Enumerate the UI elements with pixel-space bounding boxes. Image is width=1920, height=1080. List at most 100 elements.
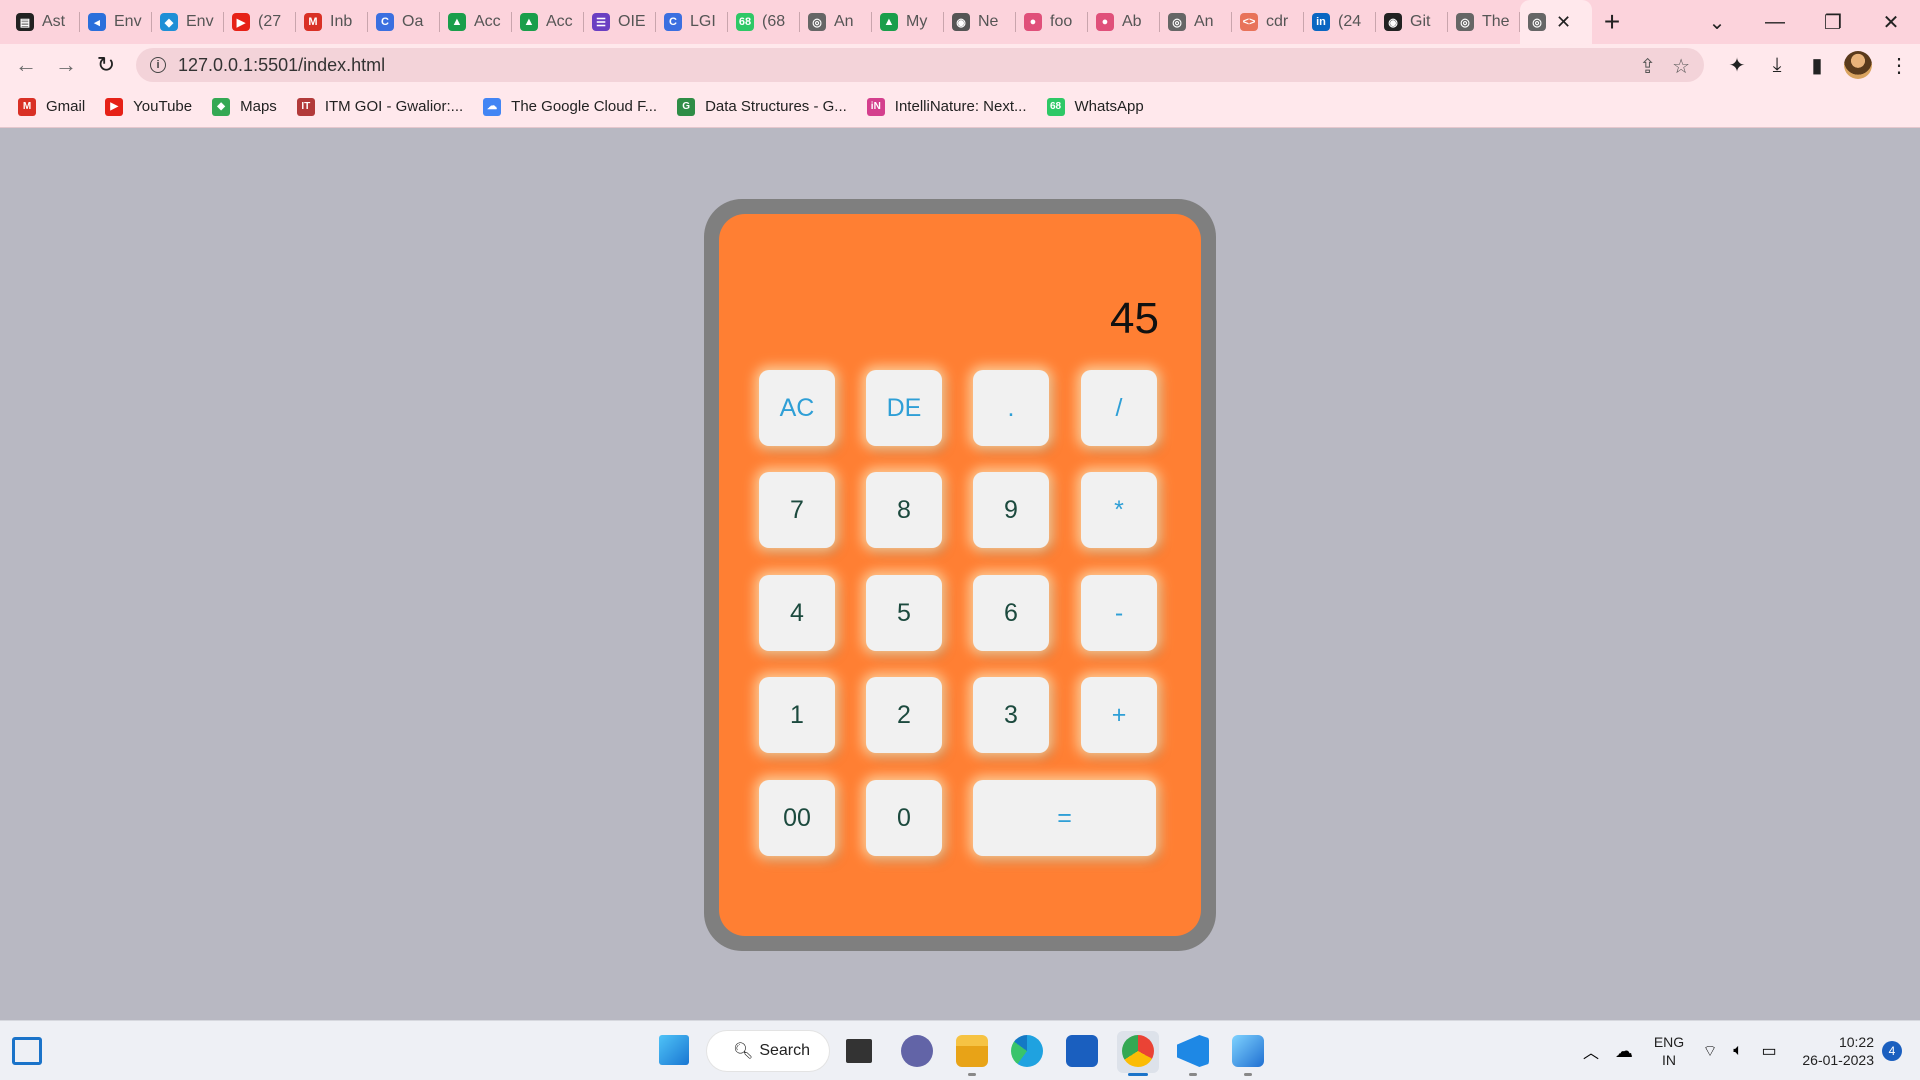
calc-key[interactable]: 1 bbox=[759, 677, 835, 753]
side-panel-icon[interactable]: ▮ bbox=[1804, 53, 1830, 78]
tab-favicon-icon: ● bbox=[1024, 13, 1042, 31]
browser-tab[interactable]: in (24 bbox=[1304, 0, 1376, 44]
bookmark-item[interactable]: iN IntelliNature: Next... bbox=[866, 97, 1027, 116]
browser-tab[interactable]: M Inb bbox=[296, 0, 368, 44]
bookmark-item[interactable]: M Gmail bbox=[18, 97, 85, 116]
browser-tab[interactable]: ▶ (27 bbox=[224, 0, 296, 44]
tab-favicon-icon: ● bbox=[1096, 13, 1114, 31]
browser-tab[interactable]: ▤ Ast bbox=[8, 0, 80, 44]
vscode-icon[interactable] bbox=[1177, 1035, 1209, 1067]
calc-key[interactable]: 2 bbox=[866, 677, 942, 753]
browser-tab[interactable]: ◉ Ne bbox=[944, 0, 1016, 44]
bookmark-star-icon[interactable]: ☆ bbox=[1672, 54, 1690, 79]
calc-key[interactable]: DE bbox=[866, 370, 942, 446]
photos-icon[interactable] bbox=[1232, 1035, 1264, 1067]
tab-search-icon[interactable]: ⌄ bbox=[1688, 10, 1746, 35]
browser-tab[interactable]: ◂ Env bbox=[80, 0, 152, 44]
calc-key[interactable]: - bbox=[1081, 575, 1157, 651]
calc-key[interactable]: 4 bbox=[759, 575, 835, 651]
taskbar-search[interactable]: 🔍︎ Search bbox=[707, 1031, 829, 1071]
browser-tab[interactable]: ▲ Acc bbox=[512, 0, 584, 44]
onedrive-icon[interactable]: ☁ bbox=[1606, 1041, 1642, 1062]
clock[interactable]: 10:22 26-01-2023 bbox=[1786, 1033, 1882, 1069]
browser-tab[interactable]: ● Ab bbox=[1088, 0, 1160, 44]
bookmark-item[interactable]: ☁ The Google Cloud F... bbox=[483, 97, 657, 116]
chevron-up-icon[interactable]: ︿ bbox=[1576, 1039, 1606, 1063]
file-explorer-icon[interactable] bbox=[956, 1035, 988, 1067]
menu-icon[interactable]: ⋮ bbox=[1886, 53, 1912, 78]
browser-tab[interactable]: ◎ The bbox=[1448, 0, 1520, 44]
wifi-icon[interactable]: ⌔ bbox=[1696, 1041, 1724, 1061]
bookmark-item[interactable]: ◆ Maps bbox=[212, 97, 277, 116]
bookmark-label: WhatsApp bbox=[1074, 98, 1144, 115]
browser-tab[interactable]: C Oa bbox=[368, 0, 440, 44]
tab-title: My bbox=[906, 13, 928, 30]
browser-tab[interactable]: ◎ An bbox=[800, 0, 872, 44]
calc-key[interactable]: 9 bbox=[973, 472, 1049, 548]
tab-title: foo bbox=[1050, 13, 1073, 30]
calc-key[interactable]: * bbox=[1081, 472, 1157, 548]
calc-key[interactable]: + bbox=[1081, 677, 1157, 753]
task-view-icon[interactable] bbox=[846, 1039, 872, 1063]
browser-tab[interactable]: ▲ Acc bbox=[440, 0, 512, 44]
tab-favicon-icon: <> bbox=[1240, 13, 1258, 31]
browser-tab[interactable]: 68 (68 bbox=[728, 0, 800, 44]
browser-tab[interactable]: ◎ An bbox=[1160, 0, 1232, 44]
tab-title: Acc bbox=[474, 13, 501, 30]
browser-tab[interactable]: C LGI bbox=[656, 0, 728, 44]
site-info-icon[interactable]: i bbox=[150, 57, 166, 73]
calc-key[interactable]: / bbox=[1081, 370, 1157, 446]
browser-tab[interactable]: ☰ OIE bbox=[584, 0, 656, 44]
browser-tab[interactable]: ▲ My bbox=[872, 0, 944, 44]
bookmark-favicon-icon: ◆ bbox=[212, 97, 231, 116]
calc-key[interactable]: 5 bbox=[866, 575, 942, 651]
calc-key[interactable]: 00 bbox=[759, 780, 835, 856]
browser-tab[interactable]: <> cdr bbox=[1232, 0, 1304, 44]
bookmark-item[interactable]: IT ITM GOI - Gwalior:... bbox=[296, 97, 463, 116]
browser-tab[interactable]: ● foo bbox=[1016, 0, 1088, 44]
extensions-icon[interactable]: ✦ bbox=[1724, 53, 1750, 78]
edge-icon[interactable] bbox=[1011, 1035, 1043, 1067]
address-bar[interactable]: i 127.0.0.1:5501/index.html ⇪ ☆ bbox=[136, 48, 1704, 82]
calc-key[interactable]: . bbox=[973, 370, 1049, 446]
chrome-icon[interactable] bbox=[1122, 1035, 1154, 1067]
minimize-button[interactable]: — bbox=[1746, 11, 1804, 34]
close-tab-icon[interactable]: ✕ bbox=[1556, 12, 1571, 33]
back-button[interactable]: ← bbox=[6, 44, 46, 86]
bookmark-item[interactable]: 68 WhatsApp bbox=[1046, 97, 1144, 116]
language-indicator[interactable]: ENG IN bbox=[1642, 1033, 1696, 1069]
calc-key[interactable]: 0 bbox=[866, 780, 942, 856]
bookmark-item[interactable]: ▶ YouTube bbox=[105, 97, 192, 116]
close-window-button[interactable]: ✕ bbox=[1862, 10, 1920, 35]
store-icon[interactable] bbox=[1066, 1035, 1098, 1067]
reload-button[interactable]: ↻ bbox=[86, 44, 126, 86]
widgets-icon[interactable] bbox=[12, 1037, 42, 1065]
bookmark-item[interactable]: G Data Structures - G... bbox=[677, 97, 847, 116]
tab-favicon-icon: ◎ bbox=[1456, 13, 1474, 31]
calc-key[interactable]: 6 bbox=[973, 575, 1049, 651]
chat-icon[interactable] bbox=[901, 1035, 933, 1067]
calc-key[interactable]: AC bbox=[759, 370, 835, 446]
restore-button[interactable]: ❐ bbox=[1804, 10, 1862, 35]
new-tab-button[interactable]: + bbox=[1592, 0, 1632, 44]
active-browser-tab[interactable]: ◎ ✕ bbox=[1520, 0, 1592, 44]
battery-icon[interactable]: ▭ bbox=[1752, 1041, 1786, 1061]
tab-favicon-icon: ▲ bbox=[448, 13, 466, 31]
calc-key[interactable]: 8 bbox=[866, 472, 942, 548]
tab-title: Git bbox=[1410, 13, 1431, 30]
photos-running-indicator bbox=[1244, 1073, 1252, 1076]
share-icon[interactable]: ⇪ bbox=[1639, 54, 1656, 79]
forward-button[interactable]: → bbox=[46, 44, 86, 86]
start-icon[interactable] bbox=[659, 1035, 689, 1065]
calc-key[interactable]: 7 bbox=[759, 472, 835, 548]
profile-avatar[interactable] bbox=[1844, 51, 1872, 79]
volume-icon[interactable]: 🔈︎ bbox=[1724, 1042, 1752, 1060]
url-text[interactable]: 127.0.0.1:5501/index.html bbox=[178, 55, 385, 76]
browser-tab[interactable]: ◆ Env bbox=[152, 0, 224, 44]
tab-favicon-icon: ▶ bbox=[232, 13, 250, 31]
notification-badge[interactable]: 4 bbox=[1882, 1041, 1902, 1061]
calc-key[interactable]: 3 bbox=[973, 677, 1049, 753]
browser-tab[interactable]: ◉ Git bbox=[1376, 0, 1448, 44]
calc-key[interactable]: = bbox=[973, 780, 1156, 856]
downloads-icon[interactable]: ⤓ bbox=[1764, 54, 1790, 77]
